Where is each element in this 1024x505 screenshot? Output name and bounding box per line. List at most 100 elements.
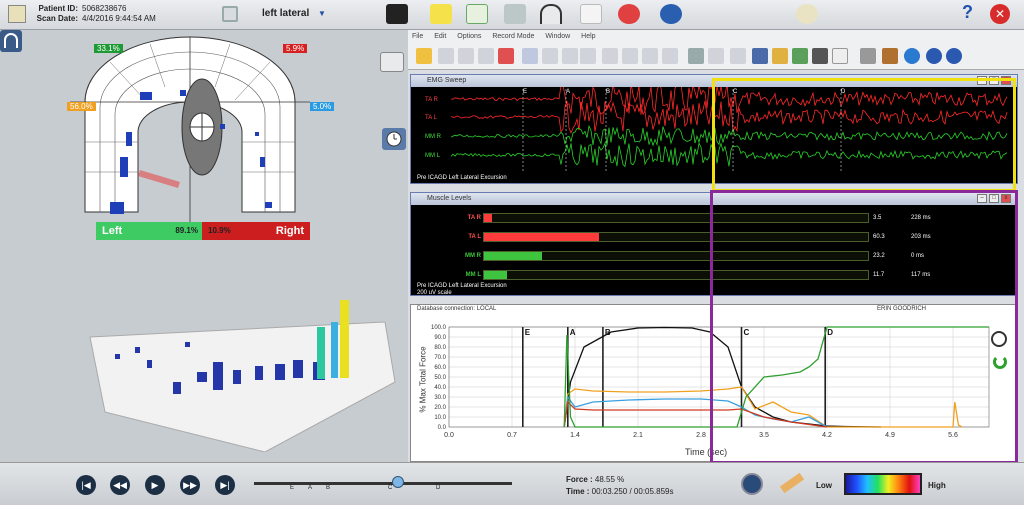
copy-icon[interactable] — [478, 48, 494, 64]
redo-icon[interactable] — [458, 48, 474, 64]
mode-label: left lateral — [262, 8, 310, 19]
marker-label-a: A — [570, 328, 576, 337]
arch-icon — [4, 33, 18, 48]
y-tick-label: 30.0 — [434, 395, 446, 401]
delete-icon[interactable] — [498, 48, 514, 64]
skip-end-button[interactable]: ▶| — [215, 475, 235, 495]
scan-date: 4/4/2016 9:44:54 AM — [82, 14, 156, 23]
x-tick-label: 0.7 — [507, 432, 517, 439]
clock-button[interactable] — [382, 128, 406, 150]
high-label: High — [928, 481, 946, 490]
fast-forward-button[interactable]: ▶▶ — [180, 475, 200, 495]
timeline-thumb[interactable] — [392, 476, 404, 488]
db-connection: Database connection: LOCAL — [417, 306, 497, 312]
help-button[interactable]: ? — [962, 2, 973, 23]
patient-info: Patient ID: 5068238676 Scan Date: 4/4/2016… — [30, 4, 156, 24]
top-right-percent: 5.9% — [283, 44, 308, 53]
left-pane: 33.1% 5.9% 56.0% 5.0% Left 89.1% 10.9% R… — [0, 30, 408, 462]
globe-icon[interactable] — [904, 48, 920, 64]
waveform-icon[interactable] — [602, 48, 618, 64]
menu-file[interactable]: File — [412, 33, 423, 40]
undo-icon[interactable] — [438, 48, 454, 64]
y-tick-label: 50.0 — [434, 375, 446, 381]
menu-record-mode[interactable]: Record Mode — [492, 33, 534, 40]
highlight-yellow-box — [712, 78, 1016, 192]
vertical-arrows-icon[interactable] — [580, 48, 596, 64]
support-icon[interactable] — [660, 4, 682, 24]
palette-icon[interactable] — [792, 48, 808, 64]
emg-icon[interactable] — [708, 48, 724, 64]
muscle-label-ta-l: TA L — [468, 234, 481, 240]
low-label: Low — [816, 481, 832, 490]
left-label: Left — [102, 225, 123, 237]
mode-dropdown[interactable]: left lateral ▼ — [262, 8, 326, 19]
rewind-button[interactable]: ◀◀ — [110, 475, 130, 495]
play-button[interactable]: ▶ — [145, 475, 165, 495]
tooth-icon[interactable] — [580, 4, 602, 24]
ch-label-ta-l: TA L — [425, 115, 437, 121]
scan-date-label: Scan Date: — [36, 14, 78, 23]
help2-icon[interactable] — [946, 48, 962, 64]
timeline-marker-d: D — [436, 485, 441, 491]
menu-help[interactable]: Help — [581, 33, 595, 40]
camera-icon[interactable] — [386, 4, 408, 24]
x-tick-label: 2.1 — [633, 432, 643, 439]
camera-small-icon[interactable] — [812, 48, 828, 64]
close-button[interactable]: ✕ — [990, 4, 1010, 24]
zoom-icon[interactable] — [522, 48, 538, 64]
top-left-percent: 33.1% — [94, 44, 123, 53]
ruler-icon[interactable] — [779, 472, 805, 494]
y-tick-label: 20.0 — [434, 405, 446, 411]
chip-icon[interactable] — [752, 48, 768, 64]
book-icon[interactable] — [882, 48, 898, 64]
document-icon[interactable] — [832, 48, 848, 64]
speaker-icon[interactable] — [622, 48, 638, 64]
main-toolbar: Patient ID: 5068238676 Scan Date: 4/4/2016… — [0, 0, 1024, 30]
crop-icon[interactable] — [562, 48, 578, 64]
menu-edit[interactable]: Edit — [434, 33, 446, 40]
y-tick-label: 70.0 — [434, 355, 446, 361]
time-value: 00:03.250 / 00:05.859s — [591, 487, 674, 496]
time-label: Time : — [566, 487, 590, 496]
folder-icon[interactable] — [416, 48, 432, 64]
menu-options[interactable]: Options — [457, 33, 481, 40]
patient-icon[interactable] — [8, 5, 26, 23]
arch-view-button[interactable] — [0, 30, 22, 52]
clock-icon — [386, 131, 402, 147]
help-icon[interactable] — [926, 48, 942, 64]
y-tick-label: 60.0 — [434, 365, 446, 371]
muscle-bar-mm-l — [484, 271, 508, 279]
menu-window[interactable]: Window — [545, 33, 570, 40]
force-value: 48.55 % — [594, 475, 625, 484]
emg-marker-b: B — [606, 89, 611, 95]
skip-start-button[interactable]: |◀ — [76, 475, 96, 495]
w-icon[interactable] — [662, 48, 678, 64]
speedometer-icon[interactable] — [741, 473, 763, 495]
right-balance-bar: 10.9% Right — [202, 222, 310, 240]
chevron-down-icon: ▼ — [318, 9, 326, 18]
patient-id: 5068238676 — [82, 4, 127, 13]
save-icon[interactable] — [222, 6, 238, 22]
muscle-bar-ta-r — [484, 214, 492, 222]
3d-force-view — [89, 300, 396, 452]
arch-icon[interactable] — [540, 4, 562, 24]
cut-icon[interactable] — [542, 48, 558, 64]
no-entry-icon[interactable] — [618, 4, 640, 24]
graph-icon[interactable] — [466, 4, 488, 24]
patient-id-label: Patient ID: — [38, 4, 78, 13]
y-tick-label: 100.0 — [431, 325, 447, 331]
timeline-marker-b: B — [326, 485, 331, 491]
x-tick-label: 1.4 — [570, 432, 580, 439]
layers-icon[interactable] — [504, 4, 526, 24]
y-tick-label: 80.0 — [434, 345, 446, 351]
pen-tool-button[interactable] — [380, 52, 404, 72]
print-icon[interactable] — [860, 48, 876, 64]
right-label: Right — [275, 225, 304, 237]
note-icon[interactable] — [430, 4, 452, 24]
barcode-icon[interactable] — [688, 48, 704, 64]
notes-icon[interactable] — [772, 48, 788, 64]
muscle-scale: 200 uV scale — [417, 290, 452, 296]
acp-acc-icon[interactable] — [730, 48, 746, 64]
emg-caption: Pre ICAGD Left Lateral Excursion — [417, 175, 507, 181]
fft-icon[interactable] — [642, 48, 658, 64]
